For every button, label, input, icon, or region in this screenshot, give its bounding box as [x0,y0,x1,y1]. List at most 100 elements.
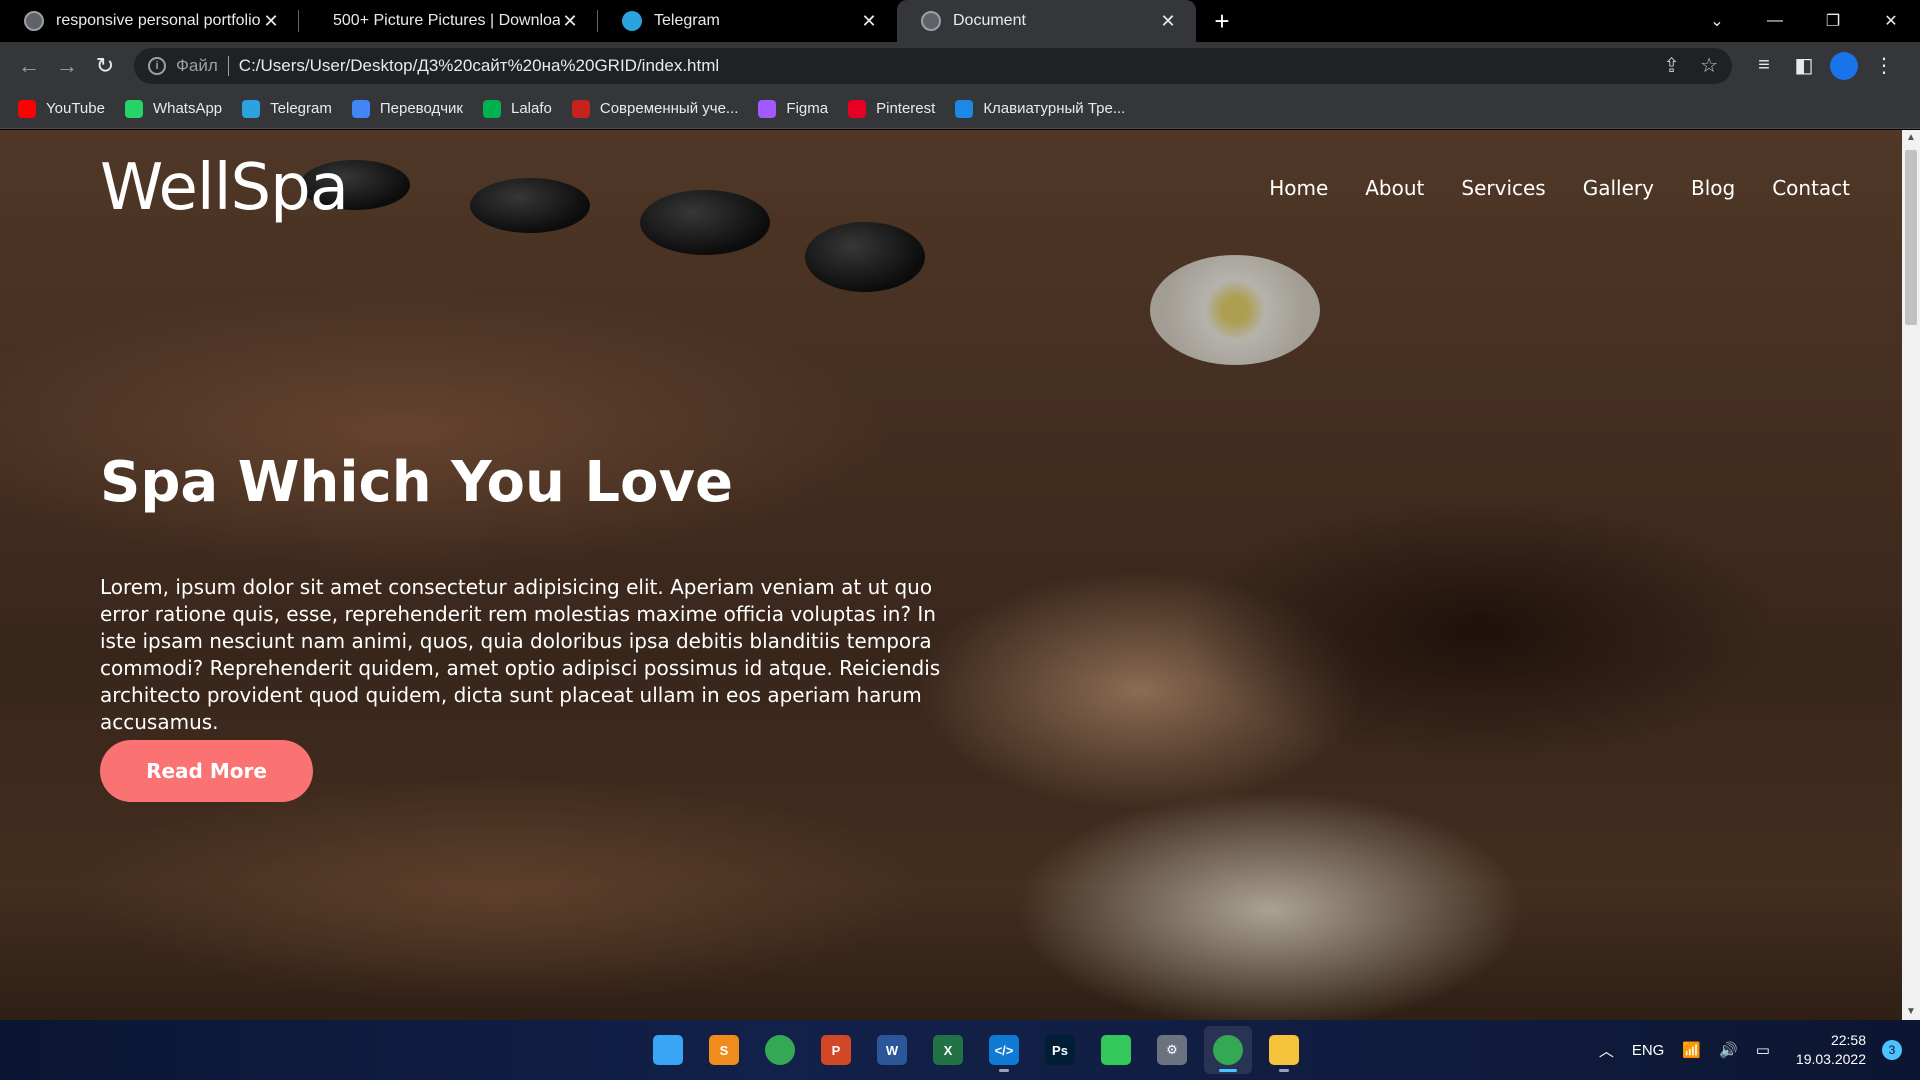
bookmark-label: Клавиатурный Тре... [983,100,1126,117]
tab-title: 500+ Picture Pictures | Download [333,12,560,29]
nav-about[interactable]: About [1365,176,1424,200]
bookmark-label: Pinterest [876,100,936,117]
window-controls: ⌄ — ❐ ✕ [1688,0,1920,42]
javascript-icon [571,99,590,118]
clock-time: 22:58 [1830,1032,1866,1048]
windows-taskbar: S P W X </> Ps ⚙ ︿ ENG 📶 🔊 ▭ 22:58 19.03.2022 … [0,1020,1920,1080]
bookmark-item[interactable]: Современный уче... [571,99,739,118]
clock[interactable]: 22:58 19.03.2022 [1796,1031,1866,1069]
nav-home[interactable]: Home [1269,176,1328,200]
volume-icon[interactable]: 🔊 [1719,1041,1738,1059]
language-indicator[interactable]: ENG [1632,1042,1665,1059]
reading-list-icon[interactable]: ≡ [1744,54,1784,77]
excel-icon: X [933,1035,963,1065]
battery-icon[interactable]: ▭ [1756,1041,1770,1059]
taskbar-app[interactable]: Ps [1036,1026,1084,1074]
close-window-button[interactable]: ✕ [1862,0,1920,42]
bookmark-label: Figma [786,100,829,117]
page-scrollbar[interactable]: ▲ ▼ [1902,130,1920,1020]
nav-contact[interactable]: Contact [1772,176,1850,200]
nav-blog[interactable]: Blog [1691,176,1735,200]
bookmark-item[interactable]: WhatsApp [124,99,222,118]
photoshop-icon: Ps [1045,1035,1075,1065]
share-icon[interactable]: ⇪ [1663,53,1680,78]
taskbar-app[interactable]: W [868,1026,916,1074]
main-nav: Home About Services Gallery Blog Contact [1232,176,1850,200]
close-icon[interactable]: ✕ [560,11,580,32]
scroll-down-arrow[interactable]: ▼ [1902,1004,1920,1020]
taskbar-app[interactable] [1204,1026,1252,1074]
running-indicator [1279,1069,1289,1072]
wifi-icon[interactable]: 📶 [1682,1041,1701,1059]
minimize-button[interactable]: — [1746,0,1804,42]
bookmark-label: YouTube [46,100,105,117]
lalafo-icon [483,99,501,118]
nav-services[interactable]: Services [1461,176,1545,200]
site-logo[interactable]: WellSpa [100,151,349,225]
notification-badge[interactable]: 3 [1882,1040,1902,1060]
close-icon[interactable]: ✕ [261,11,281,32]
chrome-active-icon [1213,1035,1243,1065]
close-icon[interactable]: ✕ [859,11,879,32]
taskbar-app[interactable]: X [924,1026,972,1074]
tab-title: Telegram [654,12,720,29]
forward-button[interactable]: → [48,47,86,85]
tab-search-icon[interactable]: ⌄ [1688,0,1746,42]
file-explorer-icon [1269,1035,1299,1065]
scrollbar-thumb[interactable] [1905,150,1917,325]
bookmark-label: Современный уче... [599,100,739,117]
tab-telegram[interactable]: Telegram ✕ [598,0,897,42]
bookmark-item[interactable]: Figma [758,99,829,118]
keyboard-trainer-icon [955,99,974,118]
bookmark-item[interactable]: Переводчик [351,99,463,118]
powerpoint-icon: P [821,1035,851,1065]
side-panel-icon[interactable]: ◧ [1784,53,1824,78]
taskbar-app[interactable]: ⚙ [1148,1026,1196,1074]
nav-gallery[interactable]: Gallery [1583,176,1654,200]
address-bar[interactable]: i Файл C:/Users/User/Desktop/Д3%20сайт%2… [134,47,1732,84]
profile-avatar[interactable] [1830,51,1858,80]
translate-icon [351,99,370,118]
settings-icon: ⚙ [1157,1035,1187,1065]
figma-icon [758,99,777,118]
restore-button[interactable]: ❐ [1804,0,1862,42]
system-tray: ︿ ENG 📶 🔊 ▭ 22:58 19.03.2022 3 [1581,1020,1902,1080]
scroll-up-arrow[interactable]: ▲ [1902,130,1920,146]
menu-icon[interactable]: ⋮ [1864,53,1904,78]
bookmark-item[interactable]: Pinterest [848,99,936,118]
taskbar-app[interactable] [644,1026,692,1074]
info-icon[interactable]: i [148,56,166,75]
taskbar-app[interactable]: P [812,1026,860,1074]
tab-pictures[interactable]: 500+ Picture Pictures | Download ✕ [299,0,598,42]
taskbar-app[interactable] [756,1026,804,1074]
taskbar-app[interactable] [1260,1026,1308,1074]
taskbar-app[interactable] [1092,1026,1140,1074]
whatsapp-icon [124,99,143,118]
chevron-up-icon[interactable]: ︿ [1599,1040,1614,1061]
telegram-icon [622,11,642,31]
bookmarks-bar: YouTube WhatsApp Telegram Переводчик Lalafo С… [0,89,1920,129]
bookmark-item[interactable]: Lalafo [483,99,552,118]
telegram-icon [242,99,261,118]
taskbar-app[interactable]: S [700,1026,748,1074]
read-more-button[interactable]: Read More [100,740,313,802]
back-button[interactable]: ← [10,47,48,85]
new-tab-button[interactable]: + [1202,0,1242,42]
bookmark-item[interactable]: Клавиатурный Тре... [955,99,1126,118]
toolbar-actions: ≡ ◧ ⋮ [1744,51,1904,80]
tab-portfolio[interactable]: responsive personal portfolio we ✕ [0,0,299,42]
hero-description: Lorem, ipsum dolor sit amet consectetur … [100,575,941,734]
address-scheme: Файл [176,55,229,76]
bookmark-item[interactable]: Telegram [242,99,332,118]
address-url[interactable]: C:/Users/User/Desktop/Д3%20сайт%20на%20G… [239,56,1644,76]
tab-document[interactable]: Document ✕ [897,0,1196,42]
globe-icon [24,11,44,31]
bookmark-item[interactable]: YouTube [18,99,105,118]
bookmark-star-icon[interactable]: ☆ [1700,53,1718,78]
taskbar-app[interactable]: </> [980,1026,1028,1074]
taskbar-apps: S P W X </> Ps ⚙ [640,1026,1312,1074]
bookmark-label: Telegram [270,100,332,117]
reload-button[interactable]: ↻ [86,47,124,85]
pinterest-icon [848,99,867,118]
close-icon[interactable]: ✕ [1158,11,1178,32]
